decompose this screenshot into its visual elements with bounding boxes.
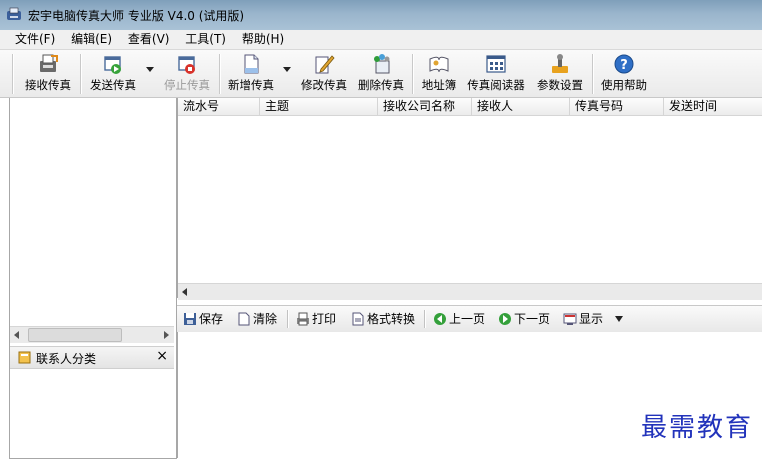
receive-fax-button[interactable]: 接收传真 xyxy=(18,50,78,97)
format-convert-button[interactable]: 格式转换 xyxy=(351,310,415,328)
menu-file[interactable]: 文件(F) xyxy=(9,30,61,49)
edit-document-icon xyxy=(315,55,335,74)
column-company[interactable]: 接收公司名称 xyxy=(378,98,472,115)
display-icon xyxy=(563,313,577,325)
settings-icon xyxy=(552,54,568,73)
send-fax-dropdown-icon[interactable] xyxy=(145,64,155,74)
column-recipient[interactable]: 接收人 xyxy=(472,98,570,115)
menu-tools[interactable]: 工具(T) xyxy=(179,30,232,49)
title-bar: 宏宇电脑传真大师 专业版 V4.0 (试用版) xyxy=(0,0,762,31)
send-fax-button[interactable]: 发送传真 xyxy=(84,50,142,97)
grid-header: 流水号 主题 接收公司名称 接收人 传真号码 发送时间 xyxy=(178,98,762,116)
fax-reader-button[interactable]: 传真阅读器 xyxy=(464,50,528,97)
main-toolbar: 接收传真 发送传真 停止传真 新增传真 修改传真 删除传真 地址簿 传真阅读器 … xyxy=(0,50,762,98)
save-button[interactable]: 保存 xyxy=(183,310,223,328)
window-title: 宏宇电脑传真大师 专业版 V4.0 (试用版) xyxy=(28,9,245,23)
new-fax-dropdown-icon[interactable] xyxy=(282,64,292,74)
fax-preview-area[interactable]: 最需教育 xyxy=(177,332,762,458)
left-scroll-thumb[interactable] xyxy=(28,328,122,342)
left-horizontal-scrollbar[interactable] xyxy=(10,326,174,343)
column-send-time[interactable]: 发送时间 xyxy=(664,98,762,115)
clear-button[interactable]: 清除 xyxy=(237,310,277,328)
new-document-icon xyxy=(244,54,259,74)
menu-edit[interactable]: 编辑(E) xyxy=(65,30,118,49)
stop-fax-icon xyxy=(178,56,195,74)
convert-icon xyxy=(352,312,364,326)
scroll-left-icon[interactable] xyxy=(13,331,21,339)
preview-toolbar: 保存 清除 打印 格式转换 上一页 下一页 显示 xyxy=(177,305,762,333)
delete-fax-icon xyxy=(374,54,390,74)
contacts-icon xyxy=(18,351,31,364)
print-icon xyxy=(297,312,309,326)
new-fax-button[interactable]: 新增传真 xyxy=(223,50,279,97)
stop-fax-button[interactable]: 停止传真 xyxy=(158,50,216,97)
next-page-button[interactable]: 下一页 xyxy=(498,310,550,328)
contact-category-label: 联系人分类 xyxy=(36,352,97,366)
column-fax-number[interactable]: 传真号码 xyxy=(570,98,664,115)
help-button[interactable]: ? 使用帮助 xyxy=(596,50,652,97)
save-icon xyxy=(184,313,196,325)
column-serial[interactable]: 流水号 xyxy=(178,98,260,115)
display-button[interactable]: 显示 xyxy=(563,310,603,328)
grid-scroll-left-icon[interactable] xyxy=(181,288,189,296)
edit-fax-button[interactable]: 修改传真 xyxy=(296,50,352,97)
previous-page-icon xyxy=(434,313,446,325)
clear-document-icon xyxy=(238,312,250,326)
menu-help[interactable]: 帮助(H) xyxy=(236,30,290,49)
display-dropdown-icon[interactable] xyxy=(614,315,624,323)
watermark: 最需教育 xyxy=(640,413,753,443)
close-icon[interactable]: × xyxy=(156,348,168,364)
settings-button[interactable]: 参数设置 xyxy=(532,50,588,97)
send-fax-icon xyxy=(104,56,121,74)
scroll-right-icon[interactable] xyxy=(162,331,170,339)
folder-tree-pane[interactable] xyxy=(9,98,177,459)
delete-fax-button[interactable]: 删除传真 xyxy=(354,50,408,97)
fax-reader-icon xyxy=(486,55,506,73)
column-subject[interactable]: 主题 xyxy=(260,98,378,115)
menu-bar: 文件(F) 编辑(E) 查看(V) 工具(T) 帮助(H) xyxy=(0,30,762,50)
menu-view[interactable]: 查看(V) xyxy=(122,30,176,49)
receive-fax-icon xyxy=(40,54,58,72)
fax-list-grid[interactable]: 流水号 主题 接收公司名称 接收人 传真号码 发送时间 xyxy=(177,98,762,300)
address-book-icon xyxy=(429,56,449,73)
address-book-button[interactable]: 地址簿 xyxy=(416,50,462,97)
fax-app-icon xyxy=(7,7,21,20)
print-button[interactable]: 打印 xyxy=(296,310,336,328)
svg-text:?: ? xyxy=(620,58,628,73)
previous-page-button[interactable]: 上一页 xyxy=(433,310,485,328)
help-icon: ? xyxy=(614,54,634,74)
contact-category-header: 联系人分类 × xyxy=(10,346,174,369)
next-page-icon xyxy=(499,313,511,325)
grid-horizontal-scrollbar[interactable] xyxy=(178,283,762,300)
